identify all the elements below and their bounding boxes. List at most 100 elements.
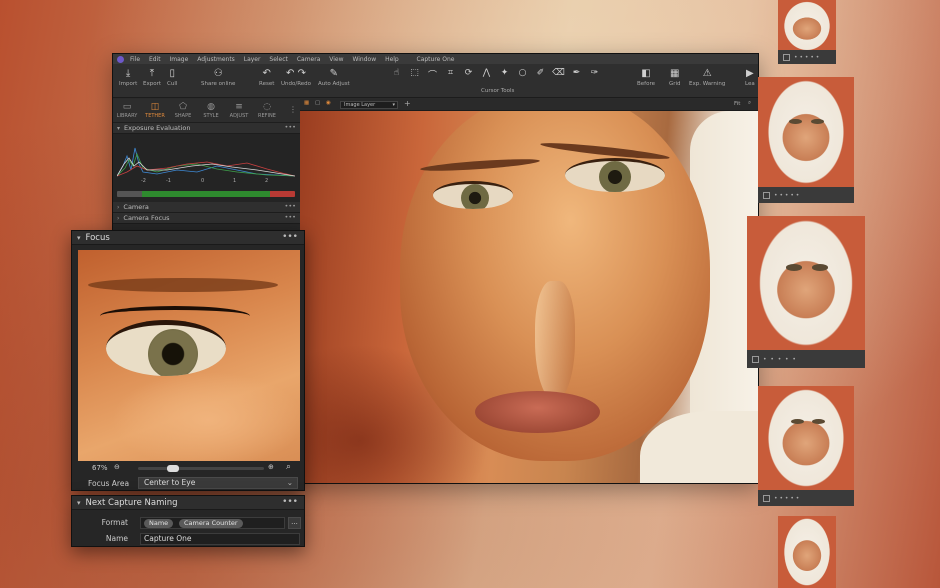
zoom-icon[interactable]: ⌕	[748, 100, 751, 107]
auto-adjust-button[interactable]: ✎ Auto Adjust	[318, 67, 350, 87]
chevron-right-icon: ›	[117, 214, 120, 222]
share-icon: ⚇	[213, 68, 223, 79]
format-field[interactable]: Name Camera Counter	[140, 517, 285, 529]
token-camera-counter[interactable]: Camera Counter	[179, 519, 243, 528]
menu-image[interactable]: Image	[170, 56, 189, 63]
learn-button[interactable]: ▶ Lea	[745, 67, 755, 87]
zoom-out-icon[interactable]: ⊖	[114, 463, 120, 471]
camera-focus-header[interactable]: › Camera Focus •••	[113, 213, 300, 224]
naming-header[interactable]: ▾ Next Capture Naming •••	[72, 496, 304, 510]
camera-header[interactable]: › Camera •••	[113, 202, 300, 213]
grid-button[interactable]: ▦ Grid	[669, 67, 681, 87]
format-options-button[interactable]: ...	[288, 517, 301, 529]
more-icon[interactable]: •••	[284, 123, 296, 131]
undo-redo-button[interactable]: ↶ ↷ Undo/Redo	[281, 67, 311, 87]
menu-help[interactable]: Help	[385, 56, 399, 63]
chevron-down-icon: ▾	[77, 233, 81, 242]
eraser-tool-icon[interactable]: ⌫	[551, 68, 566, 81]
toolbar: ⤓ Import ⤒ Export ▯ Cull ⚇ Share online …	[113, 64, 758, 98]
add-layer-icon[interactable]: +	[404, 99, 411, 108]
annotate-tool-icon[interactable]: ✑	[587, 68, 602, 81]
tab-style[interactable]: ◍ STYLE	[197, 101, 225, 119]
more-icon[interactable]: •••	[284, 202, 296, 210]
slider-knob[interactable]	[166, 465, 179, 472]
zoom-in-icon[interactable]: ⊕	[268, 463, 274, 471]
exp-warning-button[interactable]: ⚠ Exp. Warning	[689, 67, 725, 87]
tab-refine[interactable]: ◌ REFINE	[253, 101, 281, 119]
style-icon: ◍	[207, 102, 215, 112]
name-label: Name	[105, 534, 128, 543]
more-icon[interactable]: •••	[284, 213, 296, 221]
name-input[interactable]: Capture One	[140, 533, 300, 545]
select-checkbox[interactable]	[752, 355, 759, 363]
tabs-more-icon[interactable]: ⋮	[289, 105, 297, 114]
more-icon[interactable]: •••	[282, 497, 298, 507]
picker-tool-icon[interactable]: ✒	[569, 68, 584, 81]
thumbnail-4[interactable]: • • • • •	[758, 386, 854, 506]
exposure-scale	[117, 191, 295, 197]
share-online-button[interactable]: ⚇ Share online	[201, 67, 235, 87]
folder-icon: ▭	[122, 102, 132, 112]
export-button[interactable]: ⤒ Export	[143, 67, 161, 87]
auto-adjust-icon: ✎	[329, 68, 339, 79]
focus-preview[interactable]	[78, 250, 300, 461]
select-checkbox[interactable]	[763, 191, 770, 199]
token-name[interactable]: Name	[144, 519, 174, 528]
menu-bar: File Edit Image Adjustments Layer Select…	[130, 56, 406, 63]
menu-window[interactable]: Window	[352, 56, 376, 63]
select-tool-icon[interactable]: ⬚	[407, 68, 422, 81]
thumbnail-3[interactable]: • • • • •	[747, 216, 865, 368]
zoom-slider[interactable]	[138, 465, 264, 472]
tab-adjust[interactable]: ≡ ADJUST	[225, 101, 253, 119]
brush-tool-icon[interactable]: ✐	[533, 68, 548, 81]
focus-area-label: Focus Area	[88, 479, 130, 488]
crop-tool-icon[interactable]: ⌗	[443, 68, 458, 81]
tab-shape[interactable]: ⬠ SHAPE	[169, 101, 197, 119]
app-icon[interactable]	[117, 55, 124, 63]
select-checkbox[interactable]	[763, 494, 770, 502]
exposure-evaluation-header[interactable]: ▾ Exposure Evaluation •••	[113, 123, 300, 134]
format-label: Format	[101, 518, 128, 527]
menu-edit[interactable]: Edit	[149, 56, 161, 63]
spot-tool-icon[interactable]: ✦	[497, 68, 512, 81]
grid-view-icon[interactable]: ▦	[304, 100, 309, 106]
tool-tabs: ▭ LIBRARY ◫ TETHER ⬠ SHAPE ◍ STYLE ≡ ADJ…	[113, 99, 300, 123]
tab-tether[interactable]: ◫ TETHER	[141, 101, 169, 119]
thumbnail-5[interactable]	[778, 516, 836, 588]
select-checkbox[interactable]	[783, 53, 790, 61]
layer-select[interactable]: Image Layer ▾	[340, 101, 398, 109]
loupe-icon[interactable]: ⌕	[286, 462, 291, 472]
lash-detail	[100, 306, 250, 326]
menu-layer[interactable]: Layer	[244, 56, 261, 63]
thumbnail-2[interactable]: • • • • •	[758, 77, 854, 203]
before-button[interactable]: ◧ Before	[637, 67, 655, 87]
keystone-tool-icon[interactable]: ⋀	[479, 68, 494, 81]
reset-button[interactable]: ↶ Reset	[259, 67, 274, 87]
pan-tool-icon[interactable]: ☝	[389, 68, 404, 81]
menu-view[interactable]: View	[329, 56, 343, 63]
eye-view-icon[interactable]: ◉	[326, 100, 331, 106]
menu-camera[interactable]: Camera	[297, 56, 321, 63]
zoom-fit-label[interactable]: Fit	[734, 101, 740, 107]
menu-file[interactable]: File	[130, 56, 140, 63]
tab-library[interactable]: ▭ LIBRARY	[113, 101, 141, 119]
menu-adjustments[interactable]: Adjustments	[197, 56, 235, 63]
learn-icon: ▶	[746, 68, 754, 79]
rotate-tool-icon[interactable]: ⟳	[461, 68, 476, 81]
single-view-icon[interactable]: ▢	[315, 100, 320, 106]
circle-tool-icon[interactable]: ○	[515, 68, 530, 81]
focus-header[interactable]: ▾ Focus •••	[72, 231, 304, 245]
focus-area-row: Focus Area Center to Eye ⌄	[78, 477, 300, 489]
import-button[interactable]: ⤓ Import	[119, 67, 137, 87]
thumbnail-1[interactable]: • • • • •	[778, 0, 836, 64]
menu-select[interactable]: Select	[269, 56, 288, 63]
image-viewer[interactable]	[300, 111, 758, 483]
histogram: -2 -1 0 1 2	[113, 134, 300, 202]
more-icon[interactable]: •••	[282, 232, 298, 242]
cull-icon: ▯	[169, 68, 175, 79]
cull-button[interactable]: ▯ Cull	[167, 67, 177, 87]
viewer-toolbar: ▦ ▢ ◉ Image Layer ▾ + Fit ⌕	[300, 99, 758, 111]
straighten-tool-icon[interactable]: ⌒	[425, 68, 440, 81]
focus-area-select[interactable]: Center to Eye ⌄	[138, 477, 298, 489]
right-eye	[565, 158, 665, 192]
